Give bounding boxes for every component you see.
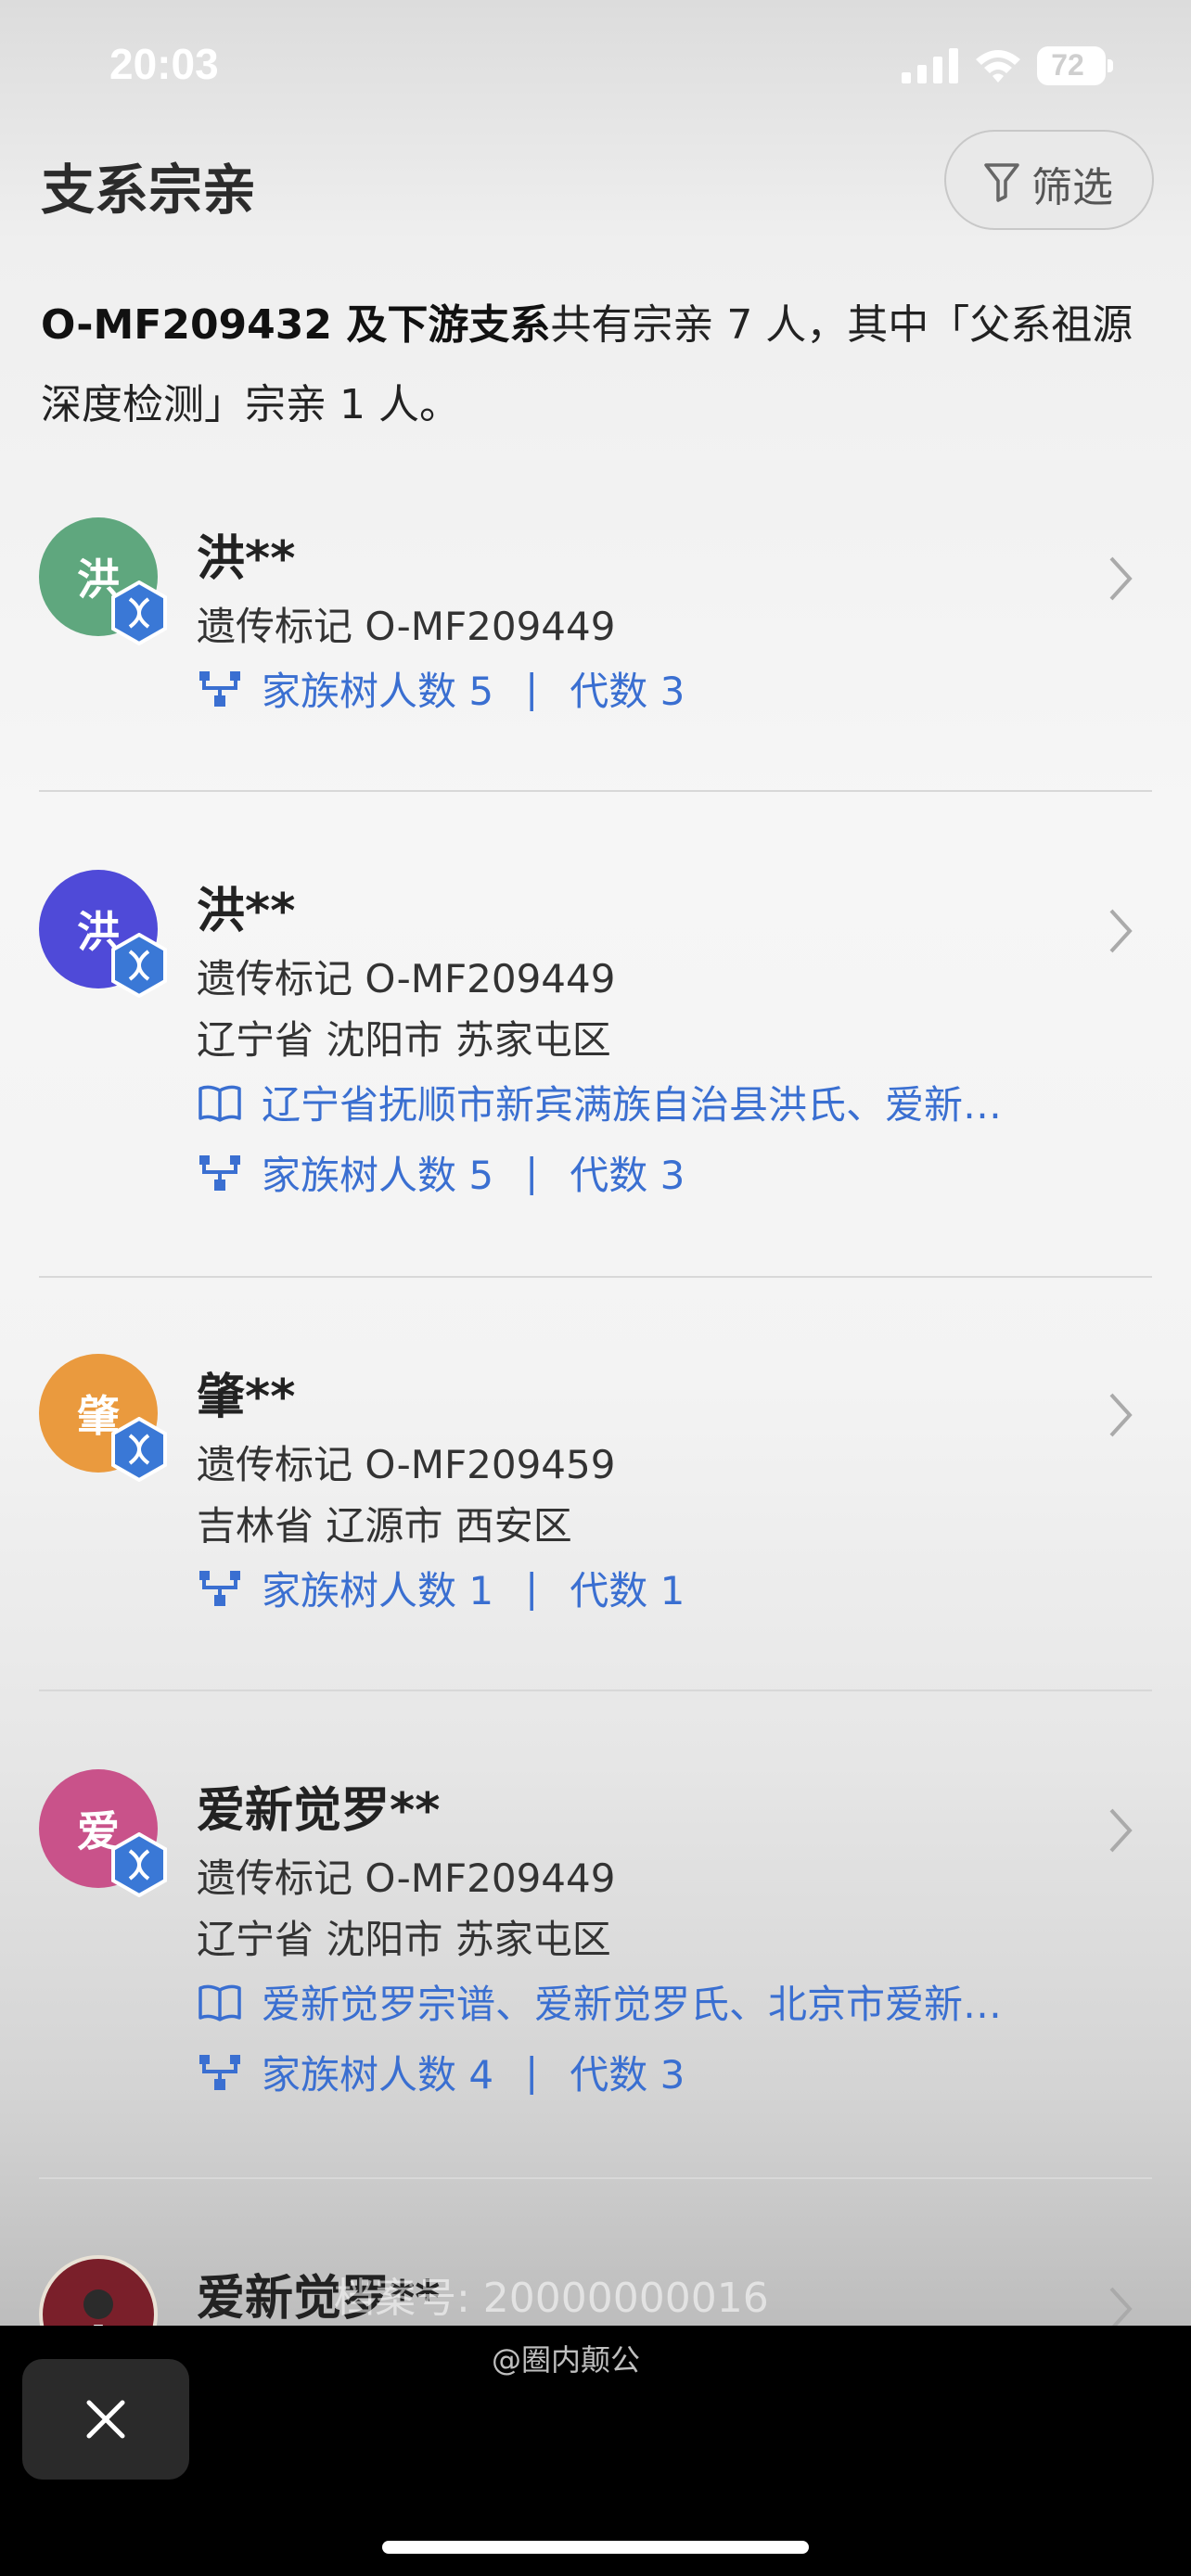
- relative-card[interactable]: 爱 爱新觉罗** 遗传标记 O-MF209449 辽宁省 沈阳市 苏家屯区 爱新…: [0, 1754, 1191, 2162]
- relative-name: 洪**: [197, 531, 296, 587]
- family-tree-link[interactable]: 家族树人数 5 | 代数 3: [197, 660, 685, 717]
- relative-card[interactable]: 洪 洪** 遗传标记 O-MF209449 家族树人数 5 | 代数 3: [0, 501, 1191, 788]
- summary-haplogroup: O-MF209432 及下游支系: [41, 301, 551, 349]
- relative-name: 爱新觉罗**: [197, 1783, 441, 1839]
- signal-icon: [902, 48, 958, 83]
- family-tree-link[interactable]: 家族树人数 5 | 代数 3: [197, 1144, 685, 1201]
- summary-text: O-MF209432 及下游支系共有宗亲 7 人，其中「父系祖源深度检测」宗亲 …: [41, 286, 1154, 445]
- location: 辽宁省 沈阳市 苏家屯区: [197, 1917, 611, 1962]
- location: 辽宁省 沈阳市 苏家屯区: [197, 1017, 611, 1063]
- filter-icon: [984, 163, 1019, 202]
- page-title: 支系宗亲: [41, 159, 257, 222]
- divider: [39, 1276, 1152, 1278]
- wifi-icon: [976, 50, 1020, 83]
- battery-level: 72: [1051, 48, 1084, 82]
- relative-card[interactable]: 肇 肇** 遗传标记 O-MF209459 吉林省 辽源市 西安区 家族树人数 …: [0, 1341, 1191, 1675]
- chevron-right-icon: [1109, 556, 1133, 601]
- chevron-right-icon: [1109, 1393, 1133, 1437]
- credit-text: @圈内颠公: [492, 2342, 641, 2378]
- relative-card[interactable]: 洪 洪** 遗传标记 O-MF209449 辽宁省 沈阳市 苏家屯区 辽宁省抚顺…: [0, 855, 1191, 1263]
- dna-badge-icon: [111, 580, 167, 645]
- family-tree-icon: [199, 1570, 240, 1606]
- relative-name: 肇**: [197, 1370, 296, 1425]
- chevron-right-icon: [1109, 1808, 1133, 1853]
- family-tree-icon: [199, 1154, 240, 1191]
- avatar: [39, 2255, 158, 2326]
- battery-icon: 72: [1037, 46, 1113, 85]
- family-tree-icon: [199, 670, 240, 707]
- app-screen: 20:03 72 支系宗亲 筛选 O-MF209432 及下游支系共有宗亲 7 …: [0, 0, 1191, 2326]
- dna-badge-icon: [111, 933, 167, 998]
- genetic-marker: 遗传标记 O-MF209449: [197, 1855, 616, 1901]
- family-tree-link[interactable]: 家族树人数 4 | 代数 3: [197, 2044, 685, 2100]
- dna-badge-icon: [111, 1417, 167, 1482]
- chevron-right-icon: [1109, 2287, 1133, 2326]
- close-button[interactable]: [22, 2359, 189, 2480]
- chevron-right-icon: [1109, 909, 1133, 953]
- close-icon: [86, 2400, 125, 2439]
- filter-button[interactable]: 筛选: [944, 130, 1154, 230]
- filter-label: 筛选: [1031, 164, 1113, 211]
- family-tree-link[interactable]: 家族树人数 1 | 代数 1: [197, 1560, 685, 1616]
- book-icon: [198, 1984, 241, 2021]
- photo-avatar-icon: [83, 2289, 113, 2326]
- book-icon: [198, 1085, 241, 1122]
- genetic-marker: 遗传标记 O-MF209449: [197, 604, 616, 649]
- genealogy-link[interactable]: 爱新觉罗宗谱、爱新觉罗氏、北京市爱新…: [197, 1973, 1002, 2030]
- dna-badge-icon: [111, 1832, 167, 1897]
- genetic-marker: 遗传标记 O-MF209449: [197, 956, 616, 1001]
- genealogy-link[interactable]: 辽宁省抚顺市新宾满族自治县洪氏、爱新…: [197, 1074, 1002, 1130]
- relative-name: 洪**: [197, 884, 296, 939]
- home-indicator[interactable]: [382, 2541, 809, 2554]
- status-time: 20:03: [109, 40, 219, 88]
- family-tree-icon: [199, 2054, 240, 2090]
- archive-watermark: 档案号: 20000000016: [334, 2275, 769, 2322]
- divider: [39, 1690, 1152, 1691]
- status-bar: 20:03 72: [0, 0, 1191, 130]
- genetic-marker: 遗传标记 O-MF209459: [197, 1442, 616, 1487]
- location: 吉林省 辽源市 西安区: [197, 1503, 572, 1549]
- divider: [39, 2177, 1152, 2179]
- divider: [39, 790, 1152, 792]
